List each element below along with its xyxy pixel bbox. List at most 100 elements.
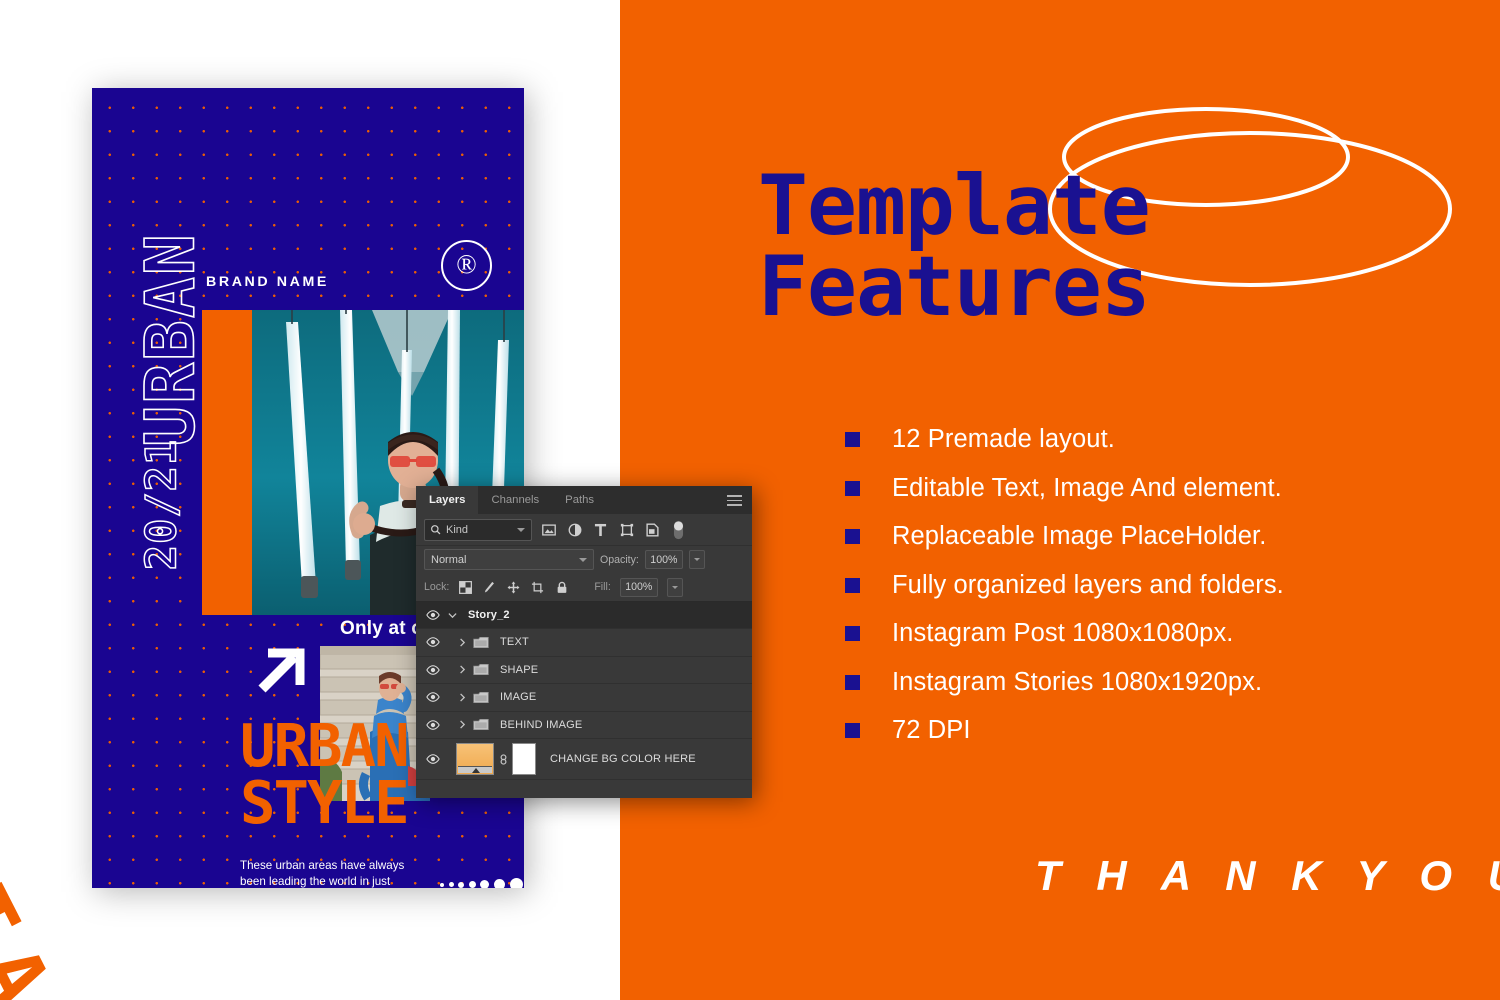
list-item: Replaceable Image PlaceHolder. [845,522,1465,551]
tab-channels[interactable]: Channels [478,486,552,514]
layer-row-change-bg-color[interactable]: CHANGE BG COLOR HERE [416,739,752,780]
folder-icon [470,636,492,649]
layer-row-behind-image[interactable]: BEHIND IMAGE [416,712,752,739]
shape-filter-icon[interactable] [617,520,636,539]
dot-indicator [468,881,476,888]
adjustment-filter-icon[interactable] [565,520,584,539]
poster-headline-line-2: STYLE [240,767,410,837]
list-item: 12 Premade layout. [845,425,1465,454]
link-mask-icon[interactable] [494,752,512,767]
dot-indicator [448,882,454,887]
feature-label: Instagram Stories 1080x1920px. [892,667,1263,696]
layer-name: BEHIND IMAGE [500,718,583,731]
blend-mode-row: Normal Opacity: 100% [416,546,752,573]
text-filter-icon[interactable] [591,520,610,539]
layer-name: CHANGE BG COLOR HERE [550,753,696,765]
eye-visibility-icon[interactable] [422,664,444,675]
feature-label: 72 DPI [892,716,971,744]
filter-kind-select[interactable]: Kind [424,518,532,541]
headline-line-1: Template [758,157,1151,254]
thank-you-text: T H A N K Y O U [1035,852,1500,899]
chevron-right-icon[interactable] [454,693,470,702]
lock-label: Lock: [424,581,450,593]
folder-icon [470,691,492,704]
image-filter-icon[interactable] [539,520,558,539]
smart-object-filter-icon[interactable] [643,520,662,539]
fill-value-input[interactable]: 100% [619,577,658,597]
folder-icon [470,718,492,731]
filter-kind-label: Kind [446,523,469,536]
eye-visibility-icon[interactable] [422,637,444,648]
chevron-down-icon [517,527,525,532]
opacity-value-input[interactable]: 100% [644,550,683,569]
poster-body-copy: These urban areas have always been leadi… [240,859,405,888]
blend-mode-value: Normal [431,553,467,566]
filter-toggle-icon[interactable] [669,520,688,539]
layer-name: SHAPE [500,663,539,676]
list-item: Instagram Stories 1080x1920px. [845,668,1465,697]
bullet-square-icon [845,529,860,544]
bullet-square-icon [845,626,860,641]
arrow-up-right-icon [258,648,305,693]
panel-menu-hamburger-icon[interactable] [727,495,742,506]
layer-name: IMAGE [500,691,537,704]
poster-brand-name: BRAND NAME [206,274,329,290]
layer-row-text[interactable]: TEXT [416,629,752,657]
eye-visibility-icon[interactable] [422,610,444,620]
layer-row-image[interactable]: IMAGE [416,684,752,712]
lock-artboard-icon[interactable] [530,580,545,595]
poster-only-at-text: Only at o [340,618,424,639]
bullet-square-icon [845,480,860,496]
chevron-down-icon[interactable] [444,612,460,619]
chevron-down-icon [579,558,587,562]
feature-list: 12 Premade layout. Editable Text, Image … [845,425,1465,765]
layer-filter-bar: Kind [416,514,752,546]
opacity-stepper[interactable] [688,550,705,569]
lock-position-icon[interactable] [506,580,521,595]
chevron-right-icon[interactable] [454,720,470,729]
fill-label: Fill: [594,581,611,593]
dot-indicator [440,882,444,887]
chevron-right-icon[interactable] [454,638,470,647]
bullet-square-icon [845,723,860,738]
layer-row-shape[interactable]: SHAPE [416,657,752,684]
layer-name: Story_2 [468,609,510,621]
page-title: Template Features [758,157,1458,336]
eye-visibility-icon[interactable] [422,692,444,703]
headline-line-2: Features [758,238,1151,336]
registered-trademark-icon: ® [441,240,492,291]
lock-all-icon[interactable] [554,580,569,595]
layer-row-story2[interactable]: Story_2 [416,602,752,629]
poster-vertical-title: URBAN [131,231,212,447]
layer-thumbnail[interactable] [456,743,494,775]
lock-row: Lock: Fill: 100% [416,573,752,602]
panel-tab-bar: Layers Channels Paths [416,486,752,514]
opacity-label: Opacity: [600,553,639,566]
bullet-square-icon [845,432,860,447]
list-item: Fully organized layers and folders. [845,571,1465,600]
screenshot-root: Template Features 12 Premade layout. Edi… [0,0,1500,1000]
lock-transparency-icon[interactable] [458,580,473,595]
photoshop-layers-panel: Layers Channels Paths Kind Normal Opacit… [416,486,752,798]
poster-headline-line-1: URBAN [240,711,410,780]
folder-icon [470,663,492,676]
layer-mask-thumbnail[interactable] [512,743,536,775]
chevron-right-icon[interactable] [454,665,470,674]
bullet-square-icon [845,674,860,690]
feature-label: Instagram Post 1080x1080px. [892,619,1234,647]
list-item: Editable Text, Image And element. [845,474,1465,503]
blend-mode-select[interactable]: Normal [424,549,594,570]
poster-dot-indicator-row [440,878,524,888]
list-item: 72 DPI [845,716,1465,745]
eye-visibility-icon[interactable] [422,754,444,764]
tab-layers[interactable]: Layers [416,486,479,514]
layer-name: TEXT [500,636,529,649]
feature-label: Fully organized layers and folders. [892,570,1284,599]
lock-image-icon[interactable] [482,580,497,595]
tab-paths[interactable]: Paths [552,486,607,514]
dot-indicator [458,881,465,888]
feature-label: Replaceable Image PlaceHolder. [892,522,1267,550]
list-item: Instagram Post 1080x1080px. [845,619,1465,648]
fill-stepper[interactable] [666,577,683,597]
eye-visibility-icon[interactable] [422,719,444,730]
